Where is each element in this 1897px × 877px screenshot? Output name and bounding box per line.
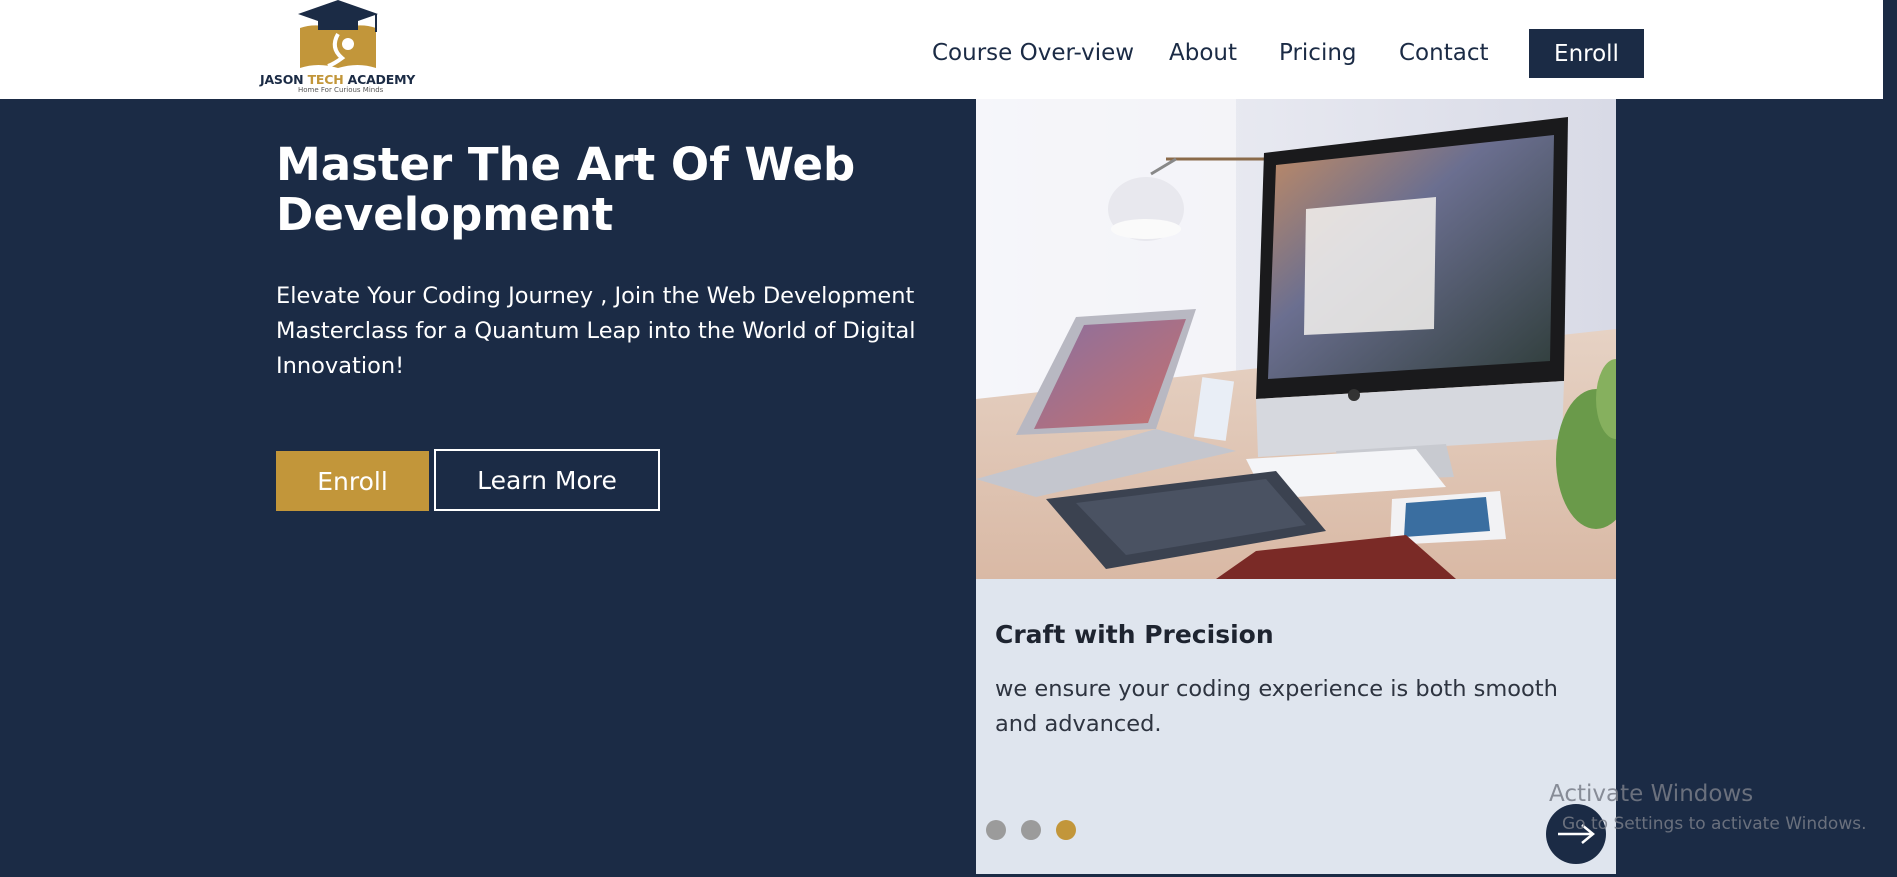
brand-tagline: Home For Curious Minds — [298, 86, 384, 94]
nav-contact[interactable]: Contact — [1399, 40, 1488, 66]
card-text: we ensure your coding experience is both… — [995, 676, 1558, 737]
carousel-dot-1[interactable] — [986, 820, 1006, 840]
carousel-dot-2[interactable] — [1021, 820, 1041, 840]
brand-name: JASON TECH ACADEMY — [260, 72, 430, 87]
windows-activation-text: Go to Settings to activate Windows. — [1562, 814, 1867, 834]
learn-more-button[interactable]: Learn More — [434, 449, 660, 511]
nav-course-overview[interactable]: Course Over-view — [932, 40, 1134, 66]
hero-title: Master The Art Of Web Development — [276, 138, 856, 241]
graduation-cap-book-icon — [298, 0, 378, 68]
nav-about[interactable]: About — [1169, 40, 1237, 66]
nav-enroll-button[interactable]: Enroll — [1529, 29, 1644, 78]
nav-pricing[interactable]: Pricing — [1279, 40, 1357, 66]
brand-name-part1: JASON — [260, 72, 308, 87]
carousel-next-button[interactable] — [1546, 804, 1606, 864]
carousel-dot-3[interactable] — [1056, 820, 1076, 840]
hero-subtitle: Elevate Your Coding Journey , Join the W… — [276, 283, 916, 379]
windows-activation-title: Activate Windows — [1549, 781, 1754, 807]
desk-workspace-photo — [976, 99, 1616, 579]
brand-name-part2: TECH — [307, 72, 344, 87]
carousel-dots — [986, 820, 1076, 840]
brand-name-part3: ACADEMY — [343, 72, 416, 87]
page-scrollbar[interactable] — [1883, 0, 1897, 877]
brand-logo[interactable]: JASON TECH ACADEMY Home For Curious Mind… — [258, 0, 428, 96]
site-header: JASON TECH ACADEMY Home For Curious Mind… — [0, 0, 1897, 99]
hero-enroll-button[interactable]: Enroll — [276, 451, 429, 511]
feature-card: Craft with Precision we ensure your codi… — [976, 99, 1616, 874]
card-title: Craft with Precision — [995, 620, 1274, 649]
